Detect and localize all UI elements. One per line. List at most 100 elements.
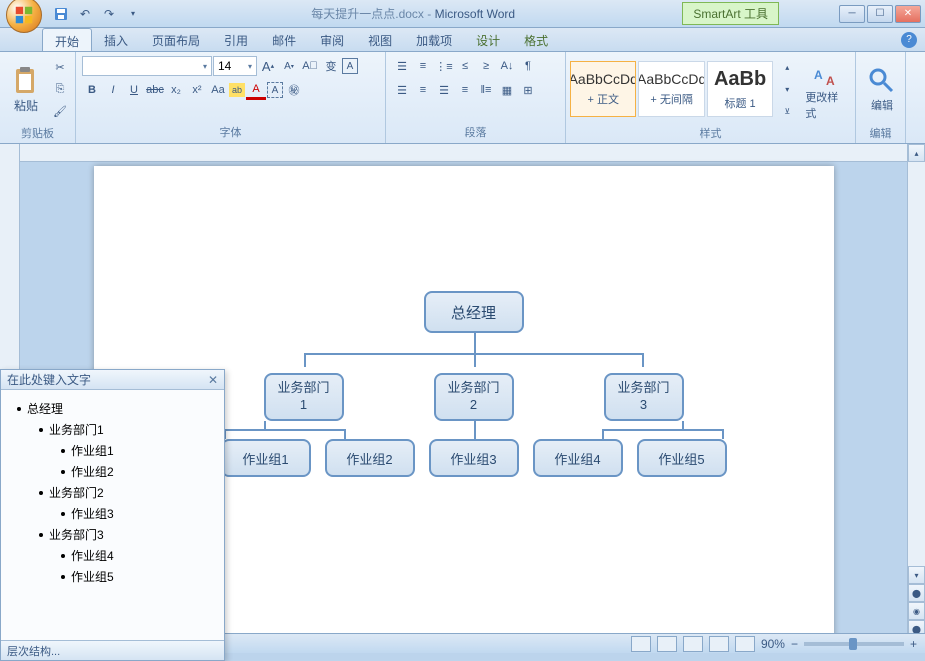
show-marks-icon[interactable]: ¶ <box>518 56 538 76</box>
char-border-icon[interactable]: A <box>342 58 358 74</box>
vertical-scrollbar[interactable]: ▴ ▾ ⬤ ◉ ⬤ <box>907 144 925 638</box>
org-node-group4[interactable]: 作业组4 <box>533 439 623 477</box>
text-pane-item[interactable]: 作业组4 <box>7 545 218 566</box>
highlight-button[interactable]: ab <box>229 83 245 97</box>
shading-icon[interactable]: ▦ <box>497 80 517 100</box>
tab-addins[interactable]: 加载项 <box>404 28 464 51</box>
undo-icon[interactable]: ↶ <box>74 3 96 25</box>
style-heading1[interactable]: AaBb 标题 1 <box>707 61 773 117</box>
smartart-diagram[interactable]: 总经理 业务部门 1 业务部门 2 业务部门 3 <box>194 291 754 477</box>
org-node-dept2[interactable]: 业务部门 2 <box>434 373 514 421</box>
org-node-group2[interactable]: 作业组2 <box>325 439 415 477</box>
scroll-down-icon[interactable]: ▾ <box>908 566 925 584</box>
align-right-icon[interactable]: ☰ <box>434 80 454 100</box>
multilevel-icon[interactable]: ⋮≡ <box>434 56 454 76</box>
borders-icon[interactable]: ⊞ <box>518 80 538 100</box>
minimize-button[interactable]: ─ <box>839 5 865 23</box>
cut-icon[interactable]: ✂ <box>50 57 70 77</box>
bold-button[interactable]: B <box>82 80 102 100</box>
italic-button[interactable]: I <box>103 80 123 100</box>
org-node-group5[interactable]: 作业组5 <box>637 439 727 477</box>
save-icon[interactable] <box>50 3 72 25</box>
help-icon[interactable]: ? <box>901 32 917 48</box>
org-node-dept3[interactable]: 业务部门 3 <box>604 373 684 421</box>
prev-page-icon[interactable]: ⬤ <box>908 584 925 602</box>
grow-font-icon[interactable]: A▴ <box>258 56 278 76</box>
text-pane-item[interactable]: 业务部门3 <box>7 524 218 545</box>
smartart-text-pane[interactable]: 在此处键入文字 ✕ 总经理业务部门1作业组1作业组2业务部门2作业组3业务部门3… <box>0 369 225 661</box>
qat-dropdown-icon[interactable]: ▾ <box>122 3 144 25</box>
numbering-icon[interactable]: ≡ <box>413 56 433 76</box>
zoom-in-icon[interactable]: + <box>910 637 917 651</box>
format-painter-icon[interactable]: 🖌 <box>50 101 70 121</box>
style-normal[interactable]: AaBbCcDd + 正文 <box>570 61 636 117</box>
text-pane-close-icon[interactable]: ✕ <box>208 373 218 387</box>
scroll-track[interactable] <box>908 162 925 566</box>
find-button[interactable]: 编辑 <box>860 54 904 124</box>
styles-row-up-icon[interactable]: ▴ <box>777 57 797 77</box>
tab-layout[interactable]: 页面布局 <box>140 28 212 51</box>
text-pane-item[interactable]: 业务部门2 <box>7 482 218 503</box>
superscript-button[interactable]: x² <box>187 80 207 100</box>
zoom-out-icon[interactable]: − <box>791 637 798 651</box>
align-left-icon[interactable]: ☰ <box>392 80 412 100</box>
change-styles-button[interactable]: AA 更改样式 <box>801 54 851 124</box>
view-web-icon[interactable] <box>683 636 703 652</box>
tab-view[interactable]: 视图 <box>356 28 404 51</box>
text-pane-item[interactable]: 作业组5 <box>7 566 218 587</box>
org-node-ceo[interactable]: 总经理 <box>424 291 524 333</box>
styles-row-down-icon[interactable]: ▾ <box>777 79 797 99</box>
select-browse-icon[interactable]: ◉ <box>908 602 925 620</box>
scroll-up-icon[interactable]: ▴ <box>908 144 925 162</box>
view-print-layout-icon[interactable] <box>631 636 651 652</box>
text-pane-header[interactable]: 在此处键入文字 ✕ <box>1 370 224 390</box>
view-fullscreen-icon[interactable] <box>657 636 677 652</box>
org-node-dept1[interactable]: 业务部门 1 <box>264 373 344 421</box>
org-node-group3[interactable]: 作业组3 <box>429 439 519 477</box>
redo-icon[interactable]: ↷ <box>98 3 120 25</box>
sort-icon[interactable]: A↓ <box>497 56 517 76</box>
status-zoom[interactable]: 90% <box>761 637 785 651</box>
tab-home[interactable]: 开始 <box>42 28 92 51</box>
tab-design[interactable]: 设计 <box>464 28 512 51</box>
text-pane-item[interactable]: 业务部门1 <box>7 419 218 440</box>
enclose-char-button[interactable]: ㊙ <box>284 80 304 100</box>
font-size-select[interactable]: 14▾ <box>213 56 257 76</box>
font-family-select[interactable]: ▾ <box>82 56 212 76</box>
change-case-button[interactable]: Aa <box>208 80 228 100</box>
text-pane-item[interactable]: 作业组1 <box>7 440 218 461</box>
line-spacing-icon[interactable]: ‖≡ <box>476 80 496 100</box>
tab-insert[interactable]: 插入 <box>92 28 140 51</box>
text-pane-item[interactable]: 总经理 <box>7 398 218 419</box>
align-center-icon[interactable]: ≡ <box>413 80 433 100</box>
tab-review[interactable]: 审阅 <box>308 28 356 51</box>
view-outline-icon[interactable] <box>709 636 729 652</box>
font-color-button[interactable]: A <box>246 80 266 100</box>
copy-icon[interactable]: ⎘ <box>50 79 70 99</box>
subscript-button[interactable]: x₂ <box>166 80 186 100</box>
tab-mailings[interactable]: 邮件 <box>260 28 308 51</box>
close-button[interactable]: ✕ <box>895 5 921 23</box>
text-pane-footer[interactable]: 层次结构... <box>1 640 224 660</box>
tab-format[interactable]: 格式 <box>512 28 560 51</box>
text-pane-item[interactable]: 作业组2 <box>7 461 218 482</box>
char-shading-button[interactable]: A <box>267 82 283 98</box>
underline-button[interactable]: U <box>124 80 144 100</box>
tab-references[interactable]: 引用 <box>212 28 260 51</box>
indent-inc-icon[interactable]: ≥ <box>476 56 496 76</box>
text-pane-body[interactable]: 总经理业务部门1作业组1作业组2业务部门2作业组3业务部门3作业组4作业组5 <box>1 390 224 640</box>
view-draft-icon[interactable] <box>735 636 755 652</box>
text-pane-item[interactable]: 作业组3 <box>7 503 218 524</box>
shrink-font-icon[interactable]: A▾ <box>279 56 299 76</box>
paste-button[interactable]: 粘贴 <box>4 54 48 124</box>
horizontal-ruler[interactable] <box>20 144 907 162</box>
clear-format-icon[interactable]: A⃠ <box>300 56 320 76</box>
phonetic-icon[interactable]: 变 <box>321 56 341 76</box>
style-nospacing[interactable]: AaBbCcDd + 无间隔 <box>638 61 704 117</box>
office-button[interactable] <box>6 0 42 33</box>
zoom-slider[interactable] <box>804 642 904 646</box>
strike-button[interactable]: abc <box>145 80 165 100</box>
org-node-group1[interactable]: 作业组1 <box>221 439 311 477</box>
styles-more-icon[interactable]: ⊻ <box>777 101 797 121</box>
maximize-button[interactable]: ☐ <box>867 5 893 23</box>
